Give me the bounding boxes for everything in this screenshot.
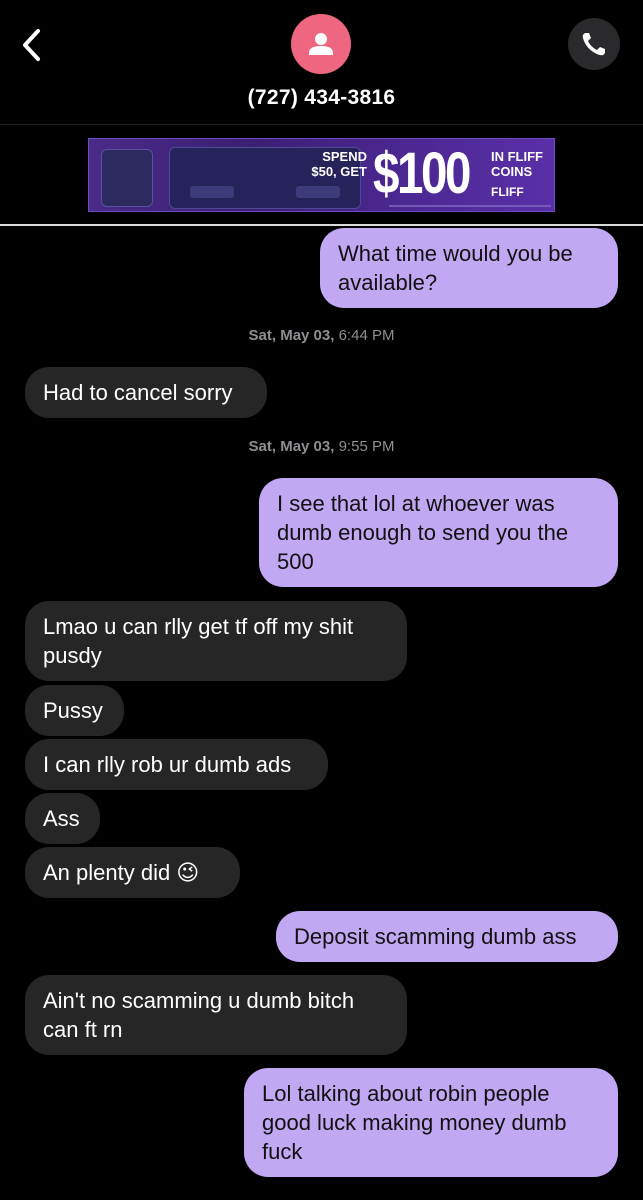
timestamp: Sat, May 03, 6:44 PM	[0, 327, 643, 344]
ad-spend-line2: $50, GET	[311, 164, 367, 179]
ad-spend-line1: SPEND	[322, 149, 367, 164]
ad-odds-button	[296, 186, 340, 198]
incoming-message[interactable]: Had to cancel sorry	[25, 367, 267, 418]
conversation-header: (727) 434-3816	[0, 0, 643, 125]
incoming-message[interactable]: Ass	[25, 793, 100, 844]
outgoing-message[interactable]: Lol talking about robin people good luck…	[244, 1068, 618, 1177]
incoming-message[interactable]: Ain't no scamming u dumb bitch can ft rn	[25, 975, 407, 1055]
timestamp-date: Sat, May 03,	[248, 438, 335, 455]
chevron-left-icon	[23, 29, 40, 61]
contact-phone-number[interactable]: (727) 434-3816	[0, 86, 643, 110]
contact-avatar[interactable]	[291, 14, 351, 74]
ad-banner[interactable]: SPEND $50, GET $100 IN FLIFF COINS FLIFF	[88, 138, 555, 212]
call-button[interactable]	[568, 18, 620, 70]
ad-fine-print	[389, 205, 551, 207]
timestamp-time: 6:44 PM	[338, 327, 395, 344]
ad-divider	[0, 224, 643, 226]
ad-coins-text: IN FLIFF COINS	[491, 149, 543, 179]
ad-coins-line2: COINS	[491, 164, 533, 179]
ad-card-left	[101, 149, 153, 207]
person-icon	[309, 33, 333, 55]
timestamp-date: Sat, May 03,	[248, 327, 335, 344]
outgoing-message[interactable]: Deposit scamming dumb ass	[276, 911, 618, 962]
timestamp-time: 9:55 PM	[338, 438, 395, 455]
ad-brand-logo: FLIFF	[491, 185, 524, 199]
outgoing-message[interactable]: What time would you be available?	[320, 228, 618, 308]
header-divider	[0, 124, 643, 125]
incoming-message[interactable]: Lmao u can rlly get tf off my shit pusdy	[25, 601, 407, 681]
incoming-message[interactable]: I can rlly rob ur dumb ads	[25, 739, 328, 790]
ad-spend-text: SPEND $50, GET	[301, 149, 367, 179]
ad-coins-line1: IN FLIFF	[491, 149, 543, 164]
incoming-message[interactable]: Pussy	[25, 685, 124, 736]
back-button[interactable]	[18, 28, 48, 62]
ad-amount: $100	[373, 141, 471, 206]
incoming-message[interactable]: An plenty did 😉	[25, 847, 240, 898]
ad-odds-button	[190, 186, 234, 198]
outgoing-message[interactable]: I see that lol at whoever was dumb enoug…	[259, 478, 618, 587]
phone-icon	[582, 33, 605, 56]
timestamp: Sat, May 03, 9:55 PM	[0, 438, 643, 455]
